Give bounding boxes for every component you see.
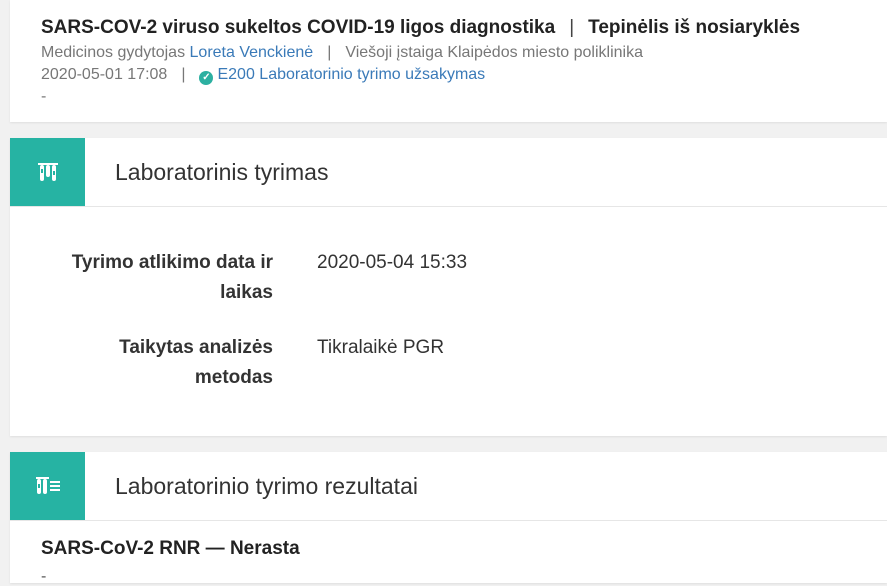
field-value-test-datetime: 2020-05-04 15:33 xyxy=(317,252,468,273)
meta-separator: | xyxy=(327,44,332,61)
meta-separator-2: | xyxy=(181,66,186,83)
institution: Viešoji įstaiga Klaipėdos miesto polikli… xyxy=(345,44,643,61)
field-value-method: Tikralaikė PGR xyxy=(317,337,445,358)
lab-test-card: Laboratorinis tyrimas Tyrimo atlikimo da… xyxy=(10,138,887,436)
record-author-line: Medicinos gydytojas Loreta Venckienė | Vie… xyxy=(41,44,643,62)
results-icon-box xyxy=(10,452,85,520)
title-separator: | xyxy=(569,17,575,38)
record-card: SARS-COV-2 viruso sukeltos COVID-19 ligo… xyxy=(10,0,887,122)
order-status-link[interactable]: E200 Laboratorinio tyrimo užsakymas xyxy=(217,66,485,83)
test-tubes-list-icon xyxy=(35,477,60,494)
result-note: - xyxy=(41,568,47,585)
record-title: SARS-COV-2 viruso sukeltos COVID-19 ligo… xyxy=(41,17,556,38)
doctor-link[interactable]: Loreta Venckienė xyxy=(190,44,314,61)
doctor-role: Medicinos gydytojas xyxy=(41,44,186,61)
record-datetime: 2020-05-01 17:08 xyxy=(41,66,168,83)
check-circle-icon: ✓ xyxy=(199,71,214,85)
lab-test-header: Laboratorinis tyrimas xyxy=(10,138,887,207)
results-title: Laboratorinio tyrimo rezultatai xyxy=(115,473,418,499)
test-tubes-icon xyxy=(37,163,58,181)
record-date-line: 2020-05-01 17:08 | ✓ E200 Laboratorinio tyr… xyxy=(41,66,485,85)
lab-test-title: Laboratorinis tyrimas xyxy=(115,159,329,185)
results-header: Laboratorinio tyrimo rezultatai xyxy=(10,452,887,521)
record-title-line: SARS-COV-2 viruso sukeltos COVID-19 ligo… xyxy=(41,17,800,39)
results-card: Laboratorinio tyrimo rezultatai SARS-CoV… xyxy=(10,452,887,585)
field-label-method: Taikytas analizės metodas xyxy=(119,337,273,388)
specimen-type: Tepinėlis iš nosiaryklės xyxy=(588,17,801,38)
lab-test-icon-box xyxy=(10,138,85,206)
record-note: - xyxy=(41,88,47,105)
result-line: SARS-CoV-2 RNR — Nerasta xyxy=(41,538,300,559)
field-label-test-datetime: Tyrimo atlikimo data ir laikas xyxy=(71,252,273,303)
